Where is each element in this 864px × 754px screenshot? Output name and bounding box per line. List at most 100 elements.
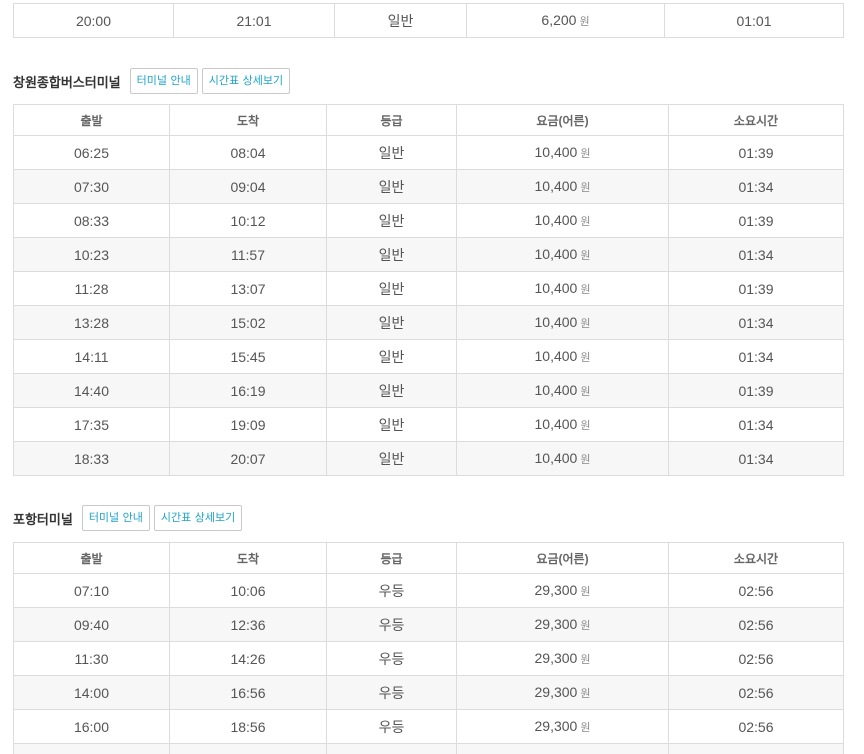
bus-grade: 일반 (326, 373, 457, 408)
arrive-time: 08:04 (169, 135, 327, 170)
arrive-time: 15:02 (169, 305, 327, 340)
depart-time: 10:23 (13, 237, 170, 272)
depart-time: 16:00 (13, 709, 170, 744)
bus-grade: 일반 (326, 305, 457, 340)
won-unit: 원 (580, 284, 591, 296)
table-row: 14:40 16:19 일반 10,400 원 01:39 (13, 373, 844, 408)
fare-cell: 10,400 원 (456, 373, 669, 408)
column-header-grade: 등급 (326, 104, 457, 136)
fare-amount: 29,300 (534, 718, 578, 734)
column-header-grade: 등급 (326, 542, 457, 574)
duration: 01:39 (668, 373, 844, 408)
bus-grade (326, 743, 457, 754)
arrive-time: 19:09 (169, 407, 327, 442)
depart-time: 18:33 (13, 441, 170, 476)
won-unit: 원 (580, 216, 591, 228)
depart-time: 07:10 (13, 573, 170, 608)
column-header-duration: 소요시간 (668, 542, 844, 574)
table-row: 10:23 11:57 일반 10,400 원 01:34 (13, 237, 844, 272)
terminal-info-button[interactable]: 터미널 안내 (81, 505, 150, 531)
depart-time: 14:11 (13, 339, 170, 374)
timetable-detail-button[interactable]: 시간표 상세보기 (153, 505, 243, 531)
won-unit: 원 (580, 454, 591, 466)
depart-time: 09:40 (13, 607, 170, 642)
table-header-row: 출발 도착 등급 요금(어른) 소요시간 (13, 104, 844, 136)
depart-time: 14:00 (13, 675, 170, 710)
bus-grade: 일반 (326, 237, 457, 272)
arrive-time: 09:04 (169, 169, 327, 204)
fare-amount: 29,300 (534, 684, 578, 700)
duration: 01:34 (668, 169, 844, 204)
fare-amount: 29,300 (534, 650, 578, 666)
fare-amount: 10,400 (534, 178, 578, 194)
fare-cell: 10,400 원 (456, 169, 669, 204)
won-unit: 원 (580, 654, 591, 666)
depart-time: 11:28 (13, 271, 170, 306)
fare-amount: 10,400 (534, 246, 578, 262)
duration (668, 743, 844, 754)
fare-amount: 10,400 (534, 382, 578, 398)
depart-time: 07:30 (13, 169, 170, 204)
fare-cell: 10,400 원 (456, 339, 669, 374)
fare-amount: 29,300 (534, 616, 578, 632)
table-row: 11:30 14:26 우등 29,300 원 02:56 (13, 641, 844, 676)
arrive-time: 18:56 (169, 709, 327, 744)
depart-time: 13:28 (13, 305, 170, 340)
fare-amount: 10,400 (534, 416, 578, 432)
duration: 02:56 (668, 641, 844, 676)
won-unit: 원 (580, 620, 591, 632)
column-header-fare: 요금(어른) (456, 542, 669, 574)
bus-grade: 일반 (326, 407, 457, 442)
bus-grade: 일반 (326, 169, 457, 204)
fare-cell: 29,300 원 (456, 573, 669, 608)
arrive-time: 10:06 (169, 573, 327, 608)
table-row: 20:00 21:01 일반 6,200 원 01:01 (13, 3, 844, 38)
table-row (13, 743, 844, 754)
bus-grade: 일반 (326, 203, 457, 238)
won-unit: 원 (580, 386, 591, 398)
depart-time: 06:25 (13, 135, 170, 170)
schedule-table-pohang: 출발 도착 등급 요금(어른) 소요시간 07:10 10:06 우등 29,300 원… (13, 542, 844, 754)
table-row: 14:00 16:56 우등 29,300 원 02:56 (13, 675, 844, 710)
fare-amount: 10,400 (534, 450, 578, 466)
table-row: 08:33 10:12 일반 10,400 원 01:39 (13, 203, 844, 238)
terminal-title: 창원종합버스터미널 (13, 74, 121, 90)
bus-grade: 일반 (326, 339, 457, 374)
duration: 01:39 (668, 203, 844, 238)
table-row: 09:40 12:36 우등 29,300 원 02:56 (13, 607, 844, 642)
arrive-time: 21:01 (173, 3, 335, 38)
arrive-time: 12:36 (169, 607, 327, 642)
bus-grade: 우등 (326, 709, 457, 744)
table-row: 17:35 19:09 일반 10,400 원 01:34 (13, 407, 844, 442)
bus-grade: 일반 (326, 441, 457, 476)
fare-amount: 29,300 (534, 582, 578, 598)
depart-time (13, 743, 170, 754)
won-unit: 원 (580, 722, 591, 734)
duration: 01:39 (668, 135, 844, 170)
arrive-time: 15:45 (169, 339, 327, 374)
fare-cell: 10,400 원 (456, 271, 669, 306)
timetable-detail-button[interactable]: 시간표 상세보기 (201, 68, 291, 94)
arrive-time (169, 743, 327, 754)
fare-amount: 10,400 (534, 314, 578, 330)
table-row: 16:00 18:56 우등 29,300 원 02:56 (13, 709, 844, 744)
table-row: 14:11 15:45 일반 10,400 원 01:34 (13, 339, 844, 374)
table-row: 07:30 09:04 일반 10,400 원 01:34 (13, 169, 844, 204)
arrive-time: 13:07 (169, 271, 327, 306)
duration: 01:34 (668, 407, 844, 442)
fare-cell (456, 743, 669, 754)
schedule-table-changwon: 출발 도착 등급 요금(어른) 소요시간 06:25 08:04 일반 10,400 원… (13, 104, 844, 476)
fare-amount: 10,400 (534, 212, 578, 228)
prev-schedule-table: 20:00 21:01 일반 6,200 원 01:01 (13, 3, 844, 38)
bus-grade: 일반 (334, 3, 467, 38)
fare-amount: 6,200 (541, 12, 577, 28)
terminal-info-button[interactable]: 터미널 안내 (129, 68, 198, 94)
arrive-time: 20:07 (169, 441, 327, 476)
arrive-time: 16:19 (169, 373, 327, 408)
won-unit: 원 (580, 586, 591, 598)
depart-time: 17:35 (13, 407, 170, 442)
column-header-arrive: 도착 (169, 542, 327, 574)
won-unit: 원 (580, 148, 591, 160)
arrive-time: 10:12 (169, 203, 327, 238)
fare-cell: 29,300 원 (456, 641, 669, 676)
